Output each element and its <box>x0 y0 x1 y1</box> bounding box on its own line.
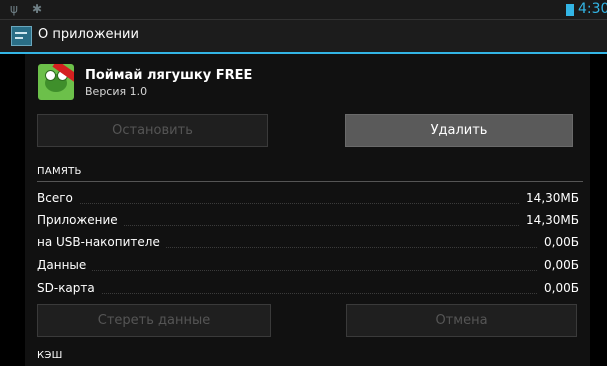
clear-data-button[interactable]: Стереть данные <box>37 304 271 337</box>
divider <box>37 181 583 182</box>
memory-row-label: SD-карта <box>37 281 101 295</box>
memory-row-label: Приложение <box>37 213 124 227</box>
action-bar: О приложении <box>0 20 607 54</box>
memory-row-label: Данные <box>37 258 93 272</box>
memory-row-total: Всего 14,30МБ <box>37 189 579 211</box>
memory-row-value: 0,00Б <box>538 281 579 295</box>
usb-icon: ψ <box>10 2 18 16</box>
app-name: Поймай лягушку FREE <box>85 68 253 83</box>
memory-row-data: Данные 0,00Б <box>37 256 579 278</box>
cache-section-header: КЭШ <box>37 350 63 361</box>
page-title: О приложении <box>38 27 139 42</box>
app-version: Версия 1.0 <box>85 85 148 98</box>
memory-row-app: Приложение 14,30МБ <box>37 211 579 233</box>
settings-app-icon[interactable] <box>11 26 32 46</box>
memory-row-usb: на USB-накопителе 0,00Б <box>37 233 579 255</box>
cancel-button[interactable]: Отмена <box>346 304 577 337</box>
memory-row-value: 14,30МБ <box>520 191 579 205</box>
memory-row-sd: SD-карта 0,00Б <box>37 279 579 301</box>
memory-row-value: 14,30МБ <box>520 213 579 227</box>
memory-row-value: 0,00Б <box>538 235 579 249</box>
memory-row-value: 0,00Б <box>538 258 579 272</box>
frog-app-icon <box>38 64 74 100</box>
memory-row-label: на USB-накопителе <box>37 235 166 249</box>
delete-button[interactable]: Удалить <box>345 114 573 147</box>
stop-button[interactable]: Остановить <box>37 114 268 147</box>
battery-icon <box>566 4 574 16</box>
memory-section-header: ПАМЯТЬ <box>37 166 82 177</box>
clock: 4:30 <box>578 1 607 17</box>
app-info-panel: Поймай лягушку FREE Версия 1.0 Остановит… <box>25 54 590 366</box>
tools-icon: ✱ <box>32 2 43 16</box>
status-bar: ψ ✱ 4:30 <box>0 0 607 20</box>
memory-row-label: Всего <box>37 191 79 205</box>
